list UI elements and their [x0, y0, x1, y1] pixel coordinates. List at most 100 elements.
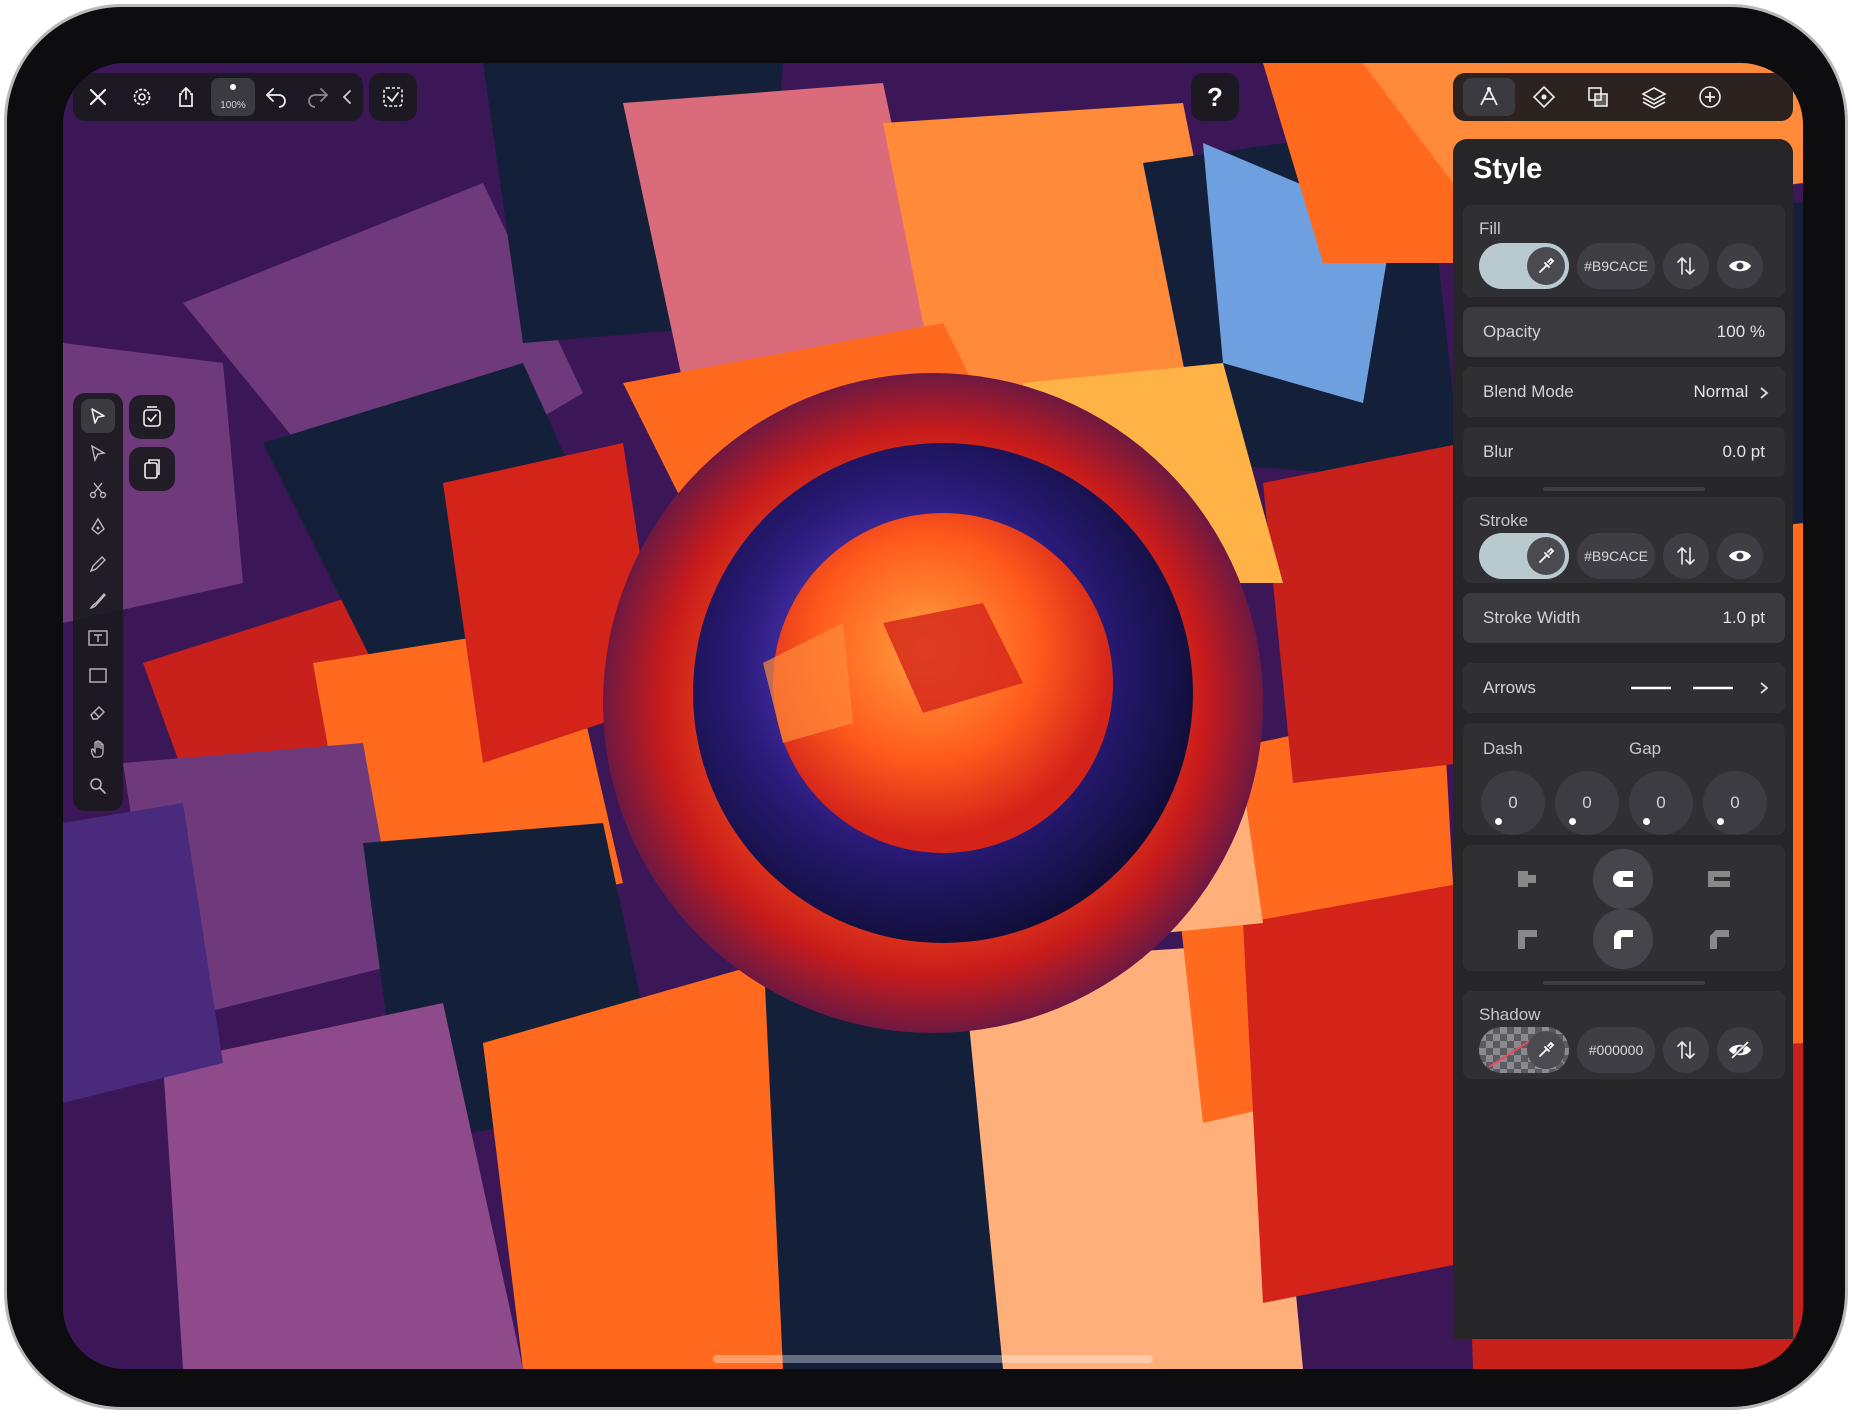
- add-icon[interactable]: [1693, 80, 1727, 114]
- stroke-color-swatch[interactable]: [1479, 533, 1569, 579]
- close-icon[interactable]: [81, 80, 115, 114]
- stroke-visibility-eye-icon[interactable]: [1717, 533, 1763, 579]
- fill-section: Fill #B9CACE: [1463, 205, 1785, 297]
- selection-toolbar: [369, 73, 417, 121]
- blend-mode-label: Blend Mode: [1483, 382, 1574, 401]
- section-divider: [1543, 487, 1705, 491]
- brush-icon[interactable]: [81, 584, 115, 618]
- shadow-section: Shadow #000000: [1463, 991, 1785, 1079]
- blend-mode-value-text: Normal: [1693, 382, 1749, 401]
- butt-cap-icon[interactable]: [1497, 849, 1557, 909]
- paste-icon: [135, 452, 169, 486]
- boolean-ops-icon[interactable]: [1581, 80, 1615, 114]
- style-brush-icon[interactable]: [1463, 78, 1515, 116]
- gap-2-knob[interactable]: 0: [1703, 771, 1767, 835]
- settings-gear-icon[interactable]: [125, 80, 159, 114]
- help-button[interactable]: ?: [1191, 73, 1239, 121]
- eyedropper-icon[interactable]: [1527, 1031, 1565, 1069]
- app-screen: 100% ? Style Fill #B9CACE Opacity 100 % …: [63, 63, 1803, 1369]
- tablet-frame: 100% ? Style Fill #B9CACE Opacity 100 % …: [4, 4, 1848, 1410]
- zoom-label: 100%: [220, 100, 246, 111]
- dash-2-value: 0: [1656, 793, 1666, 812]
- panel-title: Style: [1473, 153, 1543, 185]
- share-icon[interactable]: [169, 80, 203, 114]
- square-cap-icon[interactable]: [1689, 849, 1749, 909]
- shadow-swap-icon[interactable]: [1663, 1027, 1709, 1073]
- section-divider: [1543, 981, 1705, 985]
- tools-sidebar: [73, 393, 123, 811]
- shadow-visibility-eye-off-icon[interactable]: [1717, 1027, 1763, 1073]
- fill-hex-value[interactable]: #B9CACE: [1577, 243, 1655, 289]
- paste-button[interactable]: [129, 447, 175, 491]
- selection-arrow-icon[interactable]: [81, 399, 115, 433]
- rectangle-icon[interactable]: [81, 658, 115, 692]
- gap-label: Gap: [1629, 739, 1662, 758]
- arrows-row[interactable]: Arrows: [1463, 663, 1785, 713]
- dash-1-value: 0: [1508, 793, 1518, 812]
- miter-join-icon[interactable]: [1497, 909, 1557, 969]
- cap-join-section: [1463, 845, 1785, 971]
- zoom-indicator[interactable]: 100%: [211, 78, 255, 116]
- stroke-width-row[interactable]: Stroke Width 1.0 pt: [1463, 593, 1785, 643]
- direct-select-icon[interactable]: [81, 436, 115, 470]
- dash-1-knob[interactable]: 0: [1481, 771, 1545, 835]
- dash-label: Dash: [1483, 739, 1523, 758]
- stroke-swap-icon[interactable]: [1663, 533, 1709, 579]
- fill-color-swatch[interactable]: [1479, 243, 1569, 289]
- pen-tool-icon[interactable]: [81, 510, 115, 544]
- eraser-icon[interactable]: [81, 695, 115, 729]
- gap-1-knob[interactable]: 0: [1555, 771, 1619, 835]
- round-join-icon[interactable]: [1593, 909, 1653, 969]
- arrow-end-line-icon: [1693, 686, 1733, 690]
- stroke-section: Stroke #B9CACE: [1463, 497, 1785, 583]
- zoom-icon[interactable]: [81, 769, 115, 803]
- stroke-hex-value[interactable]: #B9CACE: [1577, 533, 1655, 579]
- pencil-icon[interactable]: [81, 547, 115, 581]
- selection-check-icon[interactable]: [376, 80, 410, 114]
- home-indicator: [713, 1355, 1153, 1363]
- stroke-label: Stroke: [1479, 511, 1529, 530]
- arrow-start-line-icon: [1631, 686, 1671, 690]
- redo-icon[interactable]: [301, 80, 335, 114]
- blur-row[interactable]: Blur 0.0 pt: [1463, 427, 1785, 477]
- blur-value: 0.0 pt: [1722, 442, 1765, 461]
- chevron-right-icon: [1760, 386, 1769, 399]
- arrows-label: Arrows: [1483, 678, 1536, 697]
- shadow-hex-value[interactable]: #000000: [1577, 1027, 1655, 1073]
- eyedropper-icon[interactable]: [1527, 537, 1565, 575]
- dash-2-knob[interactable]: 0: [1629, 771, 1693, 835]
- gap-1-value: 0: [1582, 793, 1592, 812]
- diamond-shape-icon[interactable]: [1527, 80, 1561, 114]
- shadow-color-swatch[interactable]: [1479, 1027, 1569, 1073]
- select-all-button[interactable]: [129, 395, 175, 439]
- blend-mode-value: Normal: [1693, 382, 1769, 402]
- gap-2-value: 0: [1730, 793, 1740, 812]
- hand-icon[interactable]: [81, 732, 115, 766]
- chevron-left-icon[interactable]: [337, 80, 357, 114]
- shadow-label: Shadow: [1479, 1005, 1541, 1024]
- select-all-icon: [135, 400, 169, 434]
- bevel-join-icon[interactable]: [1689, 909, 1749, 969]
- help-toolbar: ?: [1191, 73, 1239, 121]
- opacity-label: Opacity: [1483, 322, 1541, 341]
- help-label: ?: [1207, 81, 1223, 112]
- undo-icon[interactable]: [259, 80, 293, 114]
- layers-icon[interactable]: [1637, 80, 1671, 114]
- eyedropper-icon[interactable]: [1527, 247, 1565, 285]
- dash-gap-section: Dash Gap 0 0 0 0: [1463, 723, 1785, 835]
- top-right-toolbar: [1453, 73, 1793, 121]
- stroke-width-label: Stroke Width: [1483, 608, 1581, 627]
- fill-label: Fill: [1479, 219, 1501, 238]
- fill-swap-icon[interactable]: [1663, 243, 1709, 289]
- top-left-toolbar: 100%: [73, 73, 363, 121]
- opacity-row[interactable]: Opacity 100 %: [1463, 307, 1785, 357]
- style-panel: Style Fill #B9CACE Opacity 100 % Blend M…: [1453, 139, 1793, 1339]
- scissors-icon[interactable]: [81, 473, 115, 507]
- blur-label: Blur: [1483, 442, 1514, 461]
- round-cap-icon[interactable]: [1593, 849, 1653, 909]
- chevron-right-icon: [1760, 682, 1769, 694]
- text-box-icon[interactable]: [81, 621, 115, 655]
- opacity-value: 100 %: [1716, 322, 1765, 341]
- blend-mode-row[interactable]: Blend Mode Normal: [1463, 367, 1785, 417]
- fill-visibility-eye-icon[interactable]: [1717, 243, 1763, 289]
